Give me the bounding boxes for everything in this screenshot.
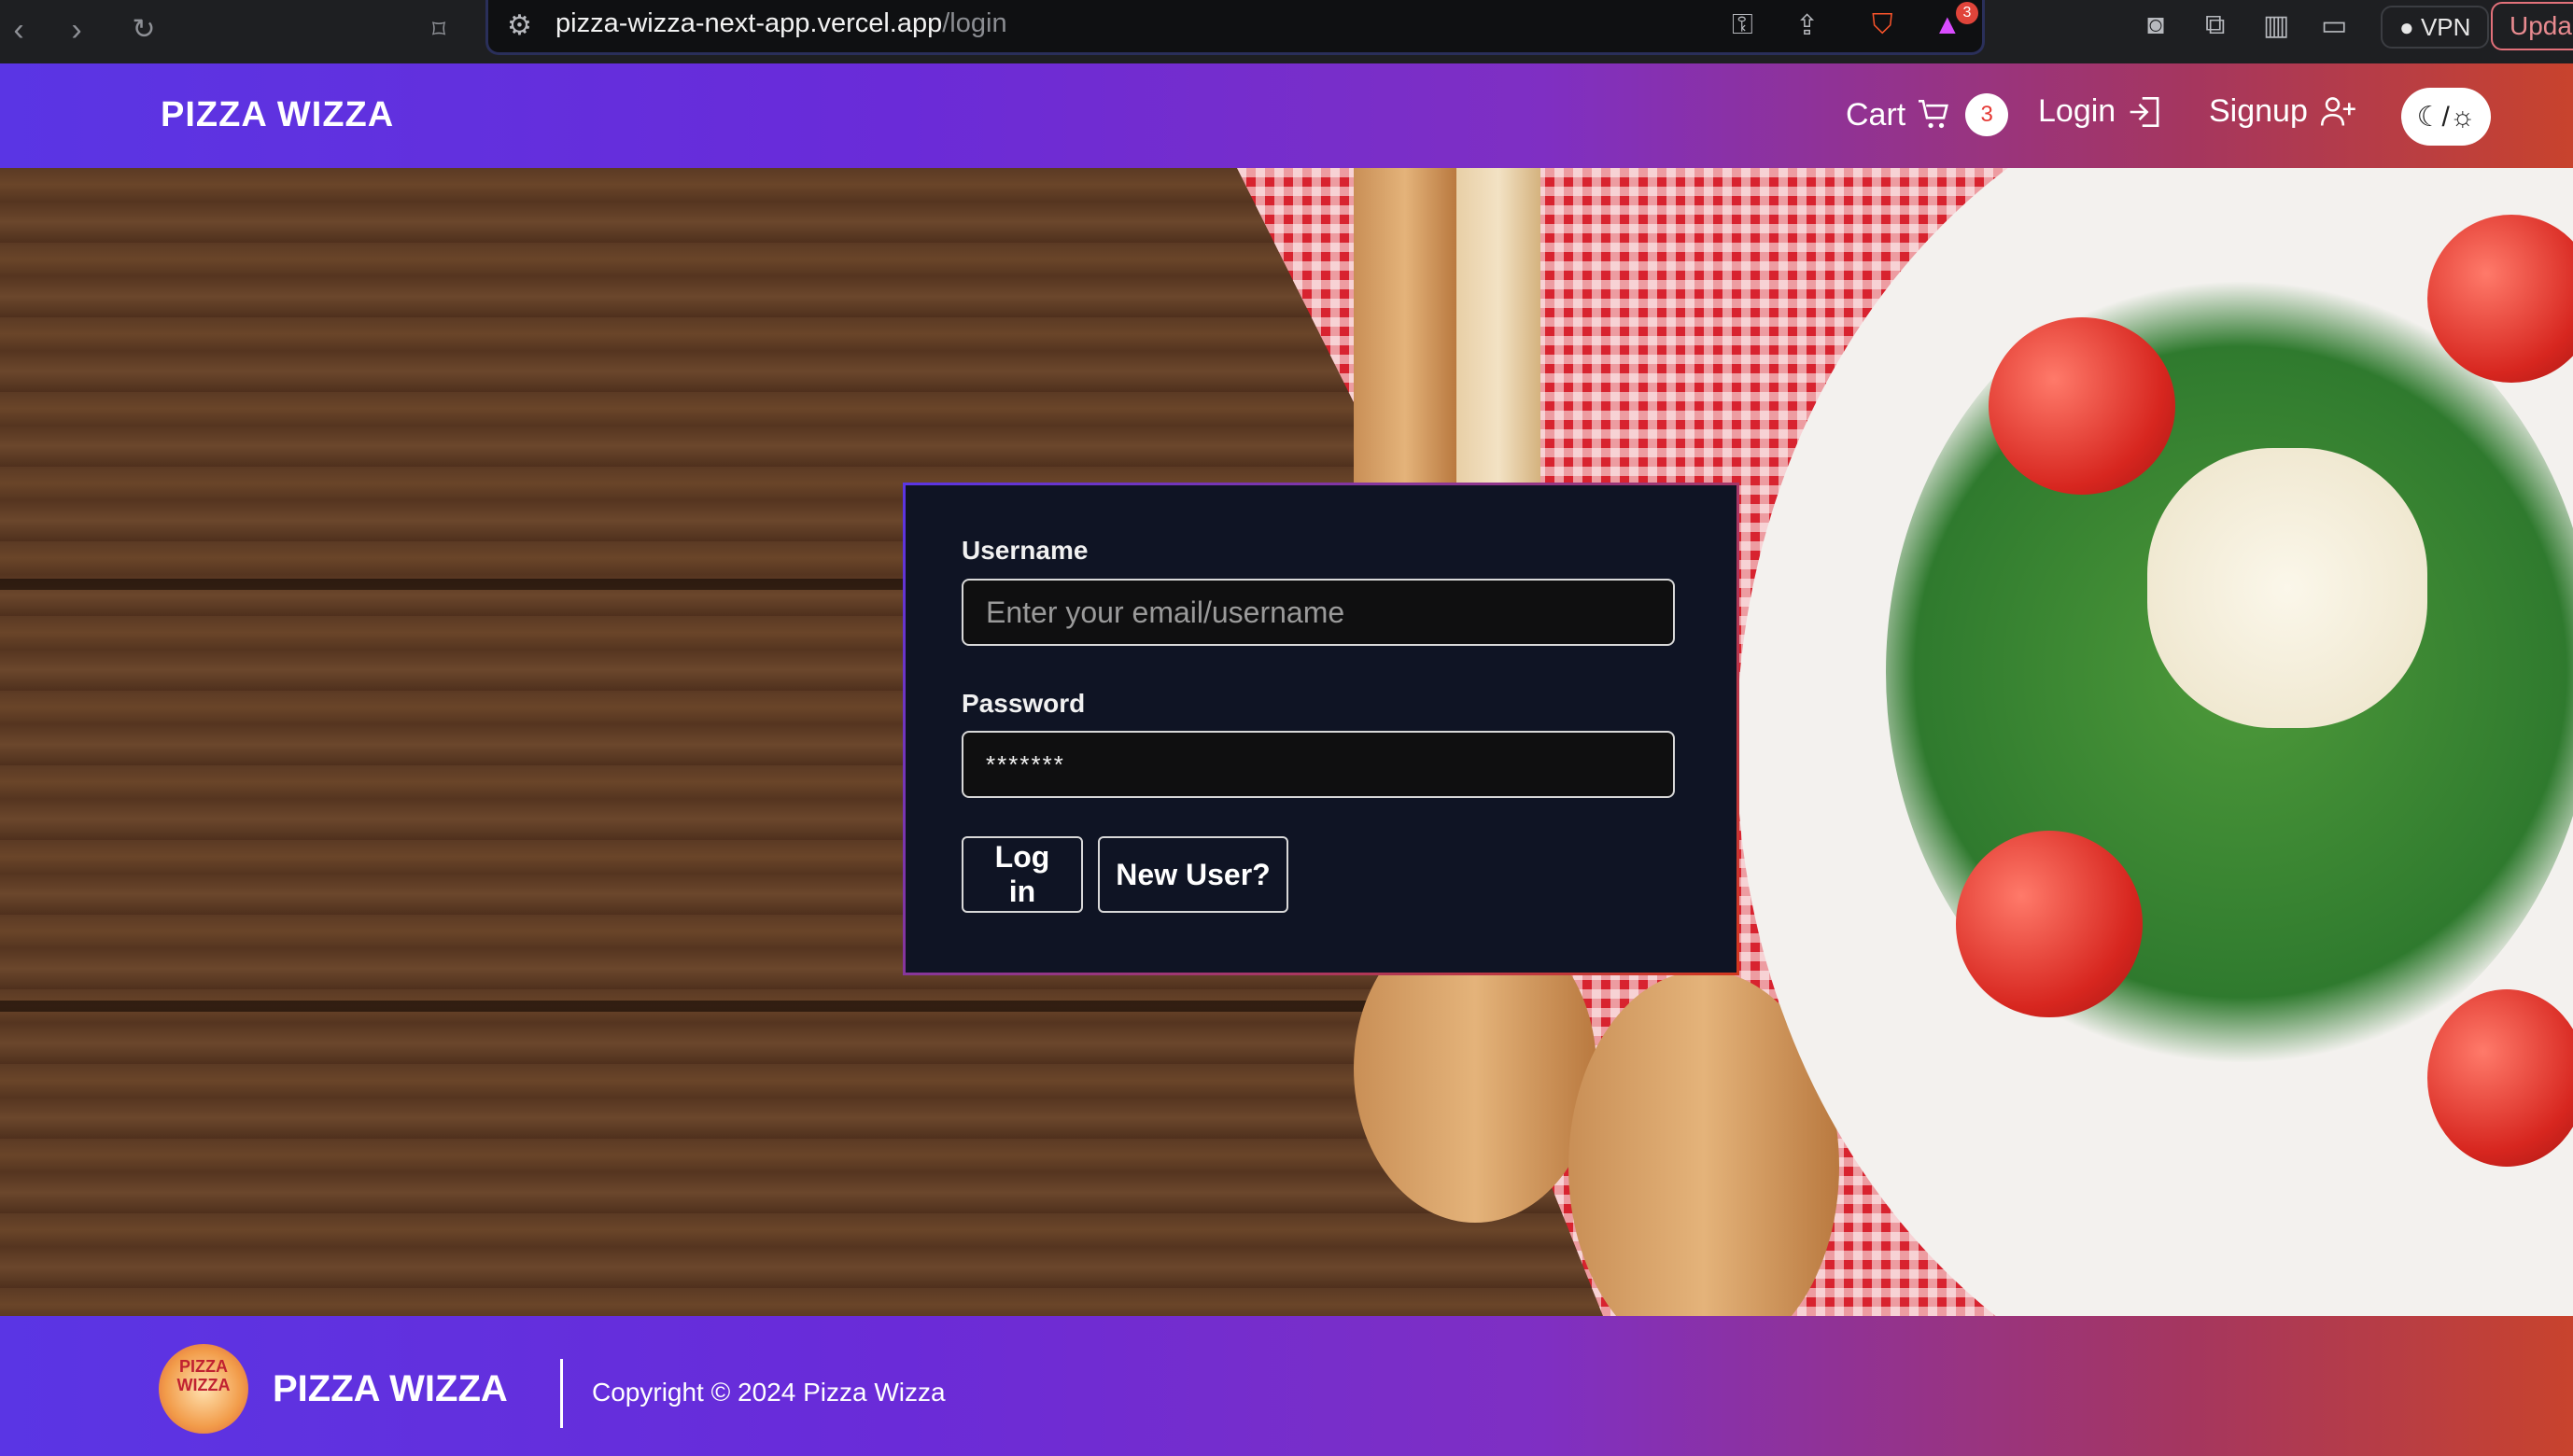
username-input[interactable]	[962, 579, 1675, 646]
cart-label: Cart	[1846, 96, 1906, 133]
wallet-icon[interactable]: ▭	[2321, 9, 2347, 42]
tomato-image	[1989, 317, 2175, 495]
reload-icon[interactable]: ↻	[125, 11, 162, 49]
forward-icon[interactable]: ›	[58, 11, 95, 49]
url-text[interactable]: pizza-wizza-next-app.vercel.app/login	[555, 8, 1007, 39]
mozzarella-image	[2147, 448, 2427, 728]
signup-label: Signup	[2209, 93, 2308, 129]
site-footer: PIZZA WIZZA PIZZA WIZZA Copyright © 2024…	[0, 1316, 2573, 1456]
extensions-icon[interactable]: ⧉	[2205, 9, 2225, 41]
login-button[interactable]: Log in	[962, 836, 1083, 913]
brave-shield-icon[interactable]: ⛉	[1872, 9, 1893, 41]
footer-divider	[560, 1359, 563, 1428]
cart-count-badge: 3	[1965, 93, 2009, 136]
vpn-button[interactable]: ● VPN	[2381, 6, 2490, 49]
share-icon[interactable]: ⇪	[1795, 9, 1819, 42]
key-icon[interactable]: ⚿	[1732, 9, 1753, 41]
brand-link[interactable]: PIZZA WIZZA	[161, 95, 394, 135]
copyright-text: Copyright © 2024 Pizza Wizza	[592, 1378, 946, 1407]
tomato-image-4	[2427, 989, 2573, 1167]
pizza-logo-icon: PIZZA WIZZA	[159, 1344, 248, 1434]
address-bar[interactable]: ⚙ pizza-wizza-next-app.vercel.app/login …	[485, 0, 1985, 55]
cart-link[interactable]: Cart 3	[1846, 93, 2009, 136]
vpn-label: VPN	[2420, 13, 2471, 41]
back-icon[interactable]: ‹	[0, 11, 37, 49]
footer-brand[interactable]: PIZZA WIZZA	[273, 1368, 508, 1410]
new-user-button[interactable]: New User?	[1098, 836, 1288, 913]
login-form: Username Password Log in New User?	[903, 483, 1739, 975]
password-label: Password	[962, 689, 1086, 718]
site-header: PIZZA WIZZA Cart 3 Login Signup ☾/☼	[0, 63, 2573, 168]
theme-toggle-icon: ☾/☼	[2416, 101, 2476, 133]
browser-toolbar: ‹ › ↻ ⌑ ⚙ pizza-wizza-next-app.vercel.ap…	[0, 0, 2573, 65]
add-user-icon	[2320, 96, 2355, 126]
url-path: /login	[942, 8, 1007, 38]
login-icon	[2130, 96, 2159, 127]
tomato-image-3	[1956, 831, 2143, 1017]
signup-link[interactable]: Signup	[2209, 93, 2358, 130]
theme-toggle-button[interactable]: ☾/☼	[2401, 88, 2491, 146]
username-label: Username	[962, 536, 1089, 565]
logo-lettering: PIZZA WIZZA	[176, 1357, 231, 1394]
extension-badge: 3	[1956, 2, 1978, 24]
cart-icon	[1919, 99, 1949, 129]
bookmark-icon[interactable]: ⌑	[420, 11, 457, 49]
robot-icon[interactable]: ◙	[2147, 9, 2164, 41]
password-input[interactable]	[962, 731, 1675, 798]
url-host: pizza-wizza-next-app.vercel.app	[555, 8, 943, 38]
update-label: Upda	[2510, 11, 2572, 40]
site-settings-icon[interactable]: ⚙	[507, 9, 532, 42]
login-link[interactable]: Login	[2038, 93, 2164, 130]
sidebar-icon[interactable]: ▥	[2263, 9, 2289, 42]
login-label: Login	[2038, 93, 2116, 129]
update-button[interactable]: Upda	[2491, 2, 2573, 50]
